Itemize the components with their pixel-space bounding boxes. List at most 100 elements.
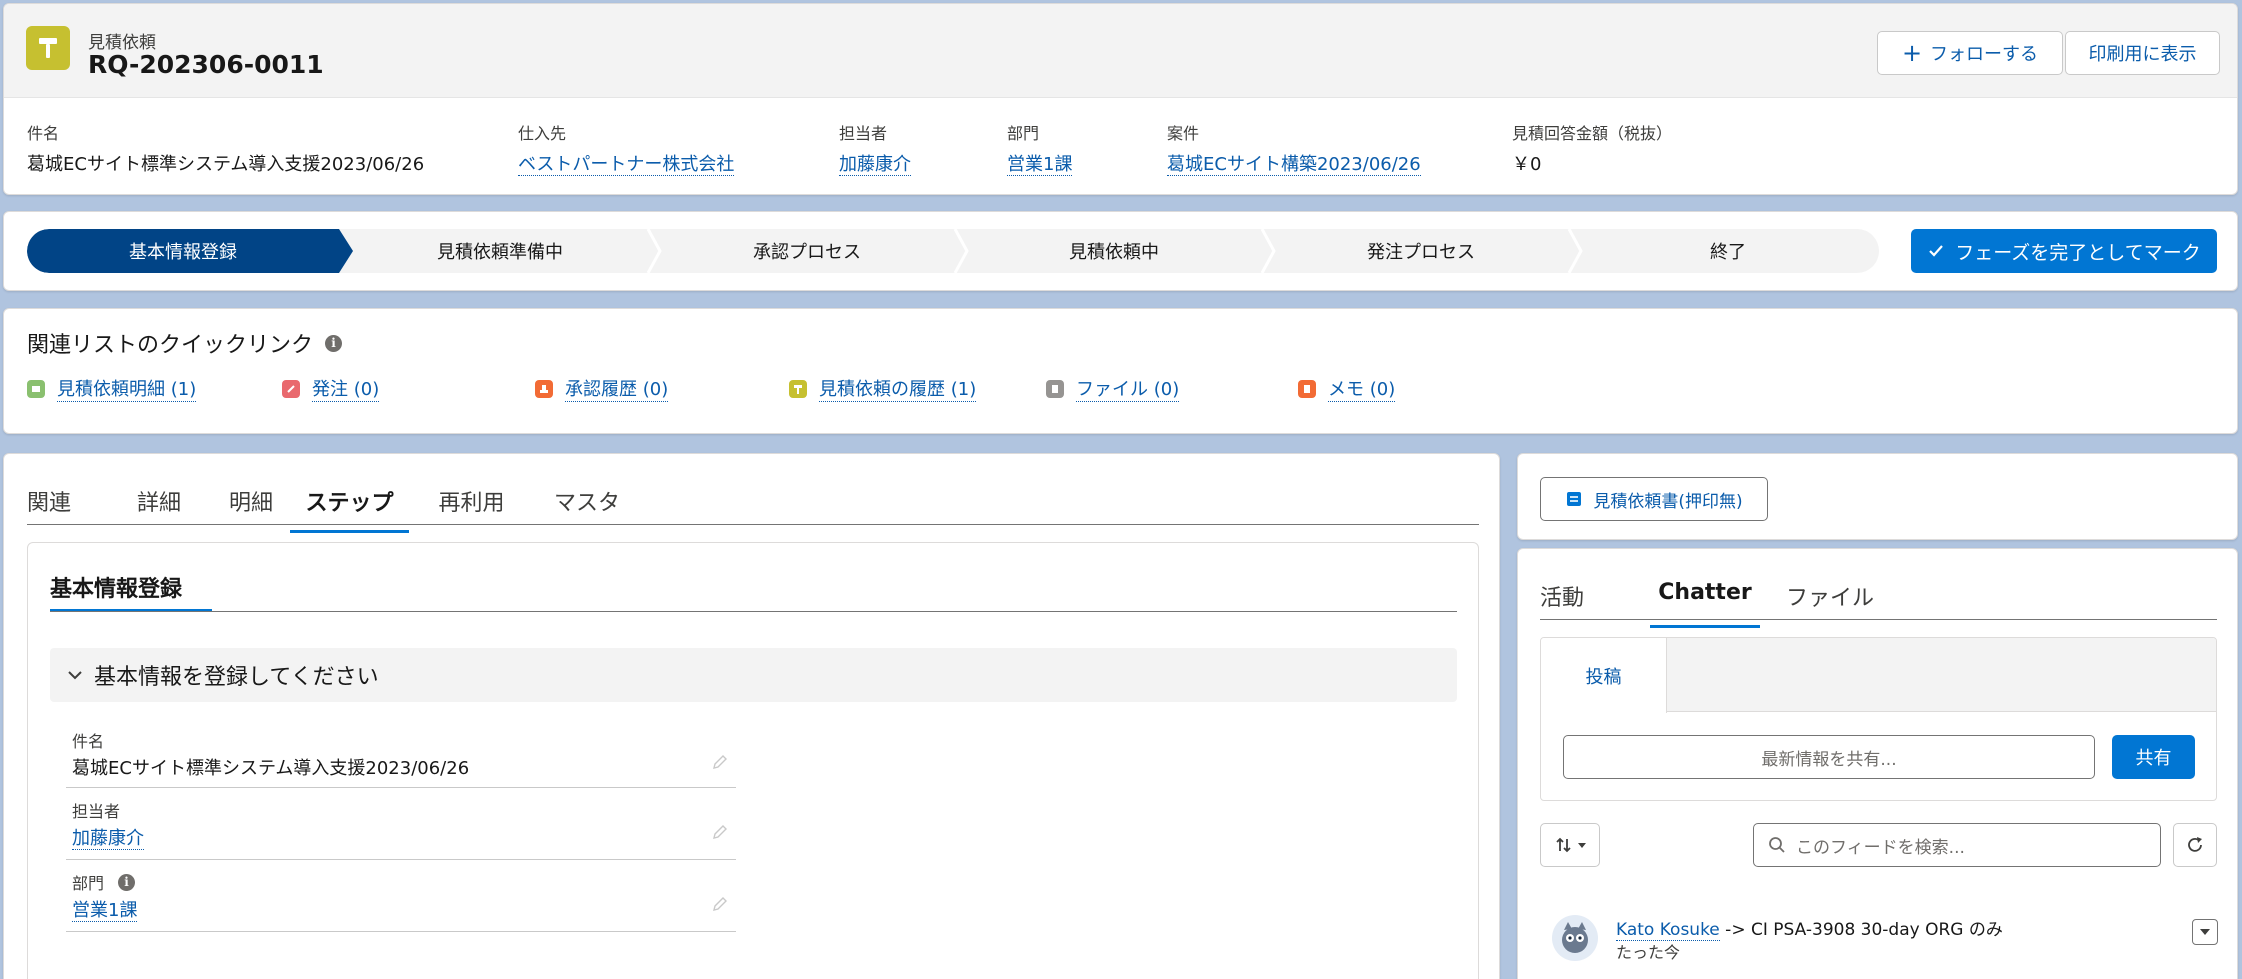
field-label: 見積回答金額（税抜） — [1512, 124, 1673, 143]
document-action-card: 見積依頼書(押印無) — [1517, 453, 2238, 540]
sort-icon — [1556, 837, 1571, 853]
info-icon[interactable]: i — [325, 334, 343, 352]
pencil-icon — [282, 379, 300, 398]
tab-line-items[interactable]: 明細 — [212, 485, 290, 517]
tab-chatter[interactable]: Chatter — [1650, 580, 1760, 628]
stamp-icon — [535, 379, 553, 398]
project-link[interactable]: 葛城ECサイト構築2023/06/26 — [1167, 154, 1421, 176]
field-label: 担当者 — [839, 124, 888, 143]
subtab-basic-info[interactable]: 基本情報登録 — [50, 571, 182, 603]
owner-link[interactable]: 加藤康介 — [72, 828, 144, 850]
publisher-tabs: 投稿 — [1541, 638, 2216, 713]
supplier-link[interactable]: ベストパートナー株式会社 — [518, 154, 735, 176]
path-stage-2[interactable]: 見積依頼準備中 — [353, 229, 647, 273]
owner-link[interactable]: 加藤康介 — [839, 154, 911, 176]
department-link[interactable]: 営業1課 — [1007, 154, 1073, 176]
share-button[interactable]: 共有 — [2112, 735, 2195, 779]
path-stage-4[interactable]: 見積依頼中 — [967, 229, 1261, 273]
list-icon — [27, 379, 45, 398]
quick-link-approval-history[interactable]: 承認履歴 (0) — [535, 375, 669, 402]
header-field-supplier: 仕入先 ベストパートナー株式会社 — [518, 120, 735, 176]
path-separator — [1567, 229, 1583, 273]
path-stage-1[interactable]: 基本情報登録 — [27, 229, 353, 273]
path-stage-3[interactable]: 承認プロセス — [660, 229, 954, 273]
feed-timestamp[interactable]: たった今 — [1616, 939, 1680, 963]
department-link[interactable]: 営業1課 — [72, 900, 138, 922]
section-title: 基本情報を登録してください — [94, 665, 379, 690]
field-label: 部門 — [1007, 124, 1040, 143]
field-subject: 件名 葛城ECサイト標準システム導入支援2023/06/26 — [66, 728, 736, 788]
tab-steps[interactable]: ステップ — [290, 485, 409, 533]
main-tabs: 関連 詳細 明細 ステップ 再利用 マスタ — [27, 485, 640, 533]
edit-pencil-icon[interactable] — [712, 824, 728, 840]
file-icon — [1046, 379, 1064, 398]
path-separator — [646, 229, 662, 273]
tab-post[interactable]: 投稿 — [1541, 638, 1667, 713]
print-view-button[interactable]: 印刷用に表示 — [2065, 31, 2220, 75]
header-fields: 件名 葛城ECサイト標準システム導入支援2023/06/26 仕入先 ベストパー… — [4, 120, 2237, 180]
edit-pencil-icon[interactable] — [712, 754, 728, 770]
quick-link-label[interactable]: 見積依頼明細 (1) — [57, 375, 197, 402]
header-field-subject: 件名 葛城ECサイト標準システム導入支援2023/06/26 — [27, 120, 424, 176]
quick-links-title: 関連リストのクイックリンク i — [27, 327, 343, 359]
chatter-publisher: 投稿 最新情報を共有... 共有 — [1540, 637, 2217, 801]
quick-link-label[interactable]: 承認履歴 (0) — [565, 375, 669, 402]
edit-pencil-icon[interactable] — [712, 896, 728, 912]
tab-reuse[interactable]: 再利用 — [409, 485, 534, 517]
quick-link-notes[interactable]: メモ (0) — [1298, 375, 1396, 402]
field-label: 件名 — [72, 732, 105, 751]
info-icon[interactable]: i — [118, 873, 136, 891]
quick-link-label[interactable]: 発注 (0) — [312, 375, 380, 402]
follow-button[interactable]: + フォローする — [1877, 31, 2063, 75]
path-stage-6[interactable]: 終了 — [1581, 229, 1875, 273]
steps-panel: 基本情報登録 基本情報を登録してください 件名 葛城ECサイト標準システム導入支… — [27, 542, 1479, 979]
quote-request-doc-button[interactable]: 見積依頼書(押印無) — [1540, 477, 1768, 521]
tab-related[interactable]: 関連 — [27, 485, 106, 517]
feed-tabs: 活動 Chatter ファイル — [1540, 580, 1900, 628]
feed-item: Kato Kosuke -> CI PSA-3908 30-day ORG のみ… — [1540, 911, 2218, 971]
tab-master[interactable]: マスタ — [534, 485, 640, 517]
check-icon — [1929, 245, 1944, 257]
quick-link-orders[interactable]: 発注 (0) — [282, 375, 380, 402]
path-separator — [953, 229, 969, 273]
quick-link-label[interactable]: 見積依頼の履歴 (1) — [819, 375, 977, 402]
share-update-input[interactable]: 最新情報を共有... — [1563, 735, 2095, 779]
document-icon — [1567, 492, 1582, 506]
tab-files[interactable]: ファイル — [1760, 580, 1900, 612]
tab-details[interactable]: 詳細 — [106, 485, 212, 517]
main-detail-card: 関連 詳細 明細 ステップ 再利用 マスタ 基本情報登録 基本情報を登録してくだ… — [3, 453, 1500, 979]
chevron-down-icon — [2200, 929, 2210, 935]
field-department: 部門 i 営業1課 — [66, 870, 736, 932]
field-value: 葛城ECサイト標準システム導入支援2023/06/26 — [72, 758, 470, 779]
field-label: 部門 — [72, 874, 105, 893]
feed-search-input[interactable]: このフィードを検索... — [1753, 823, 2161, 867]
path-bar: 基本情報登録 見積依頼準備中 承認プロセス 見積依頼中 発注プロセス 終了 フェ… — [3, 211, 2238, 291]
feed-item-menu-button[interactable] — [2192, 919, 2218, 945]
record-name: RQ-202306-0011 — [88, 50, 324, 79]
search-icon — [1769, 837, 1785, 853]
quick-link-label[interactable]: ファイル (0) — [1076, 375, 1180, 402]
feed-author-link[interactable]: Kato Kosuke — [1616, 920, 1720, 941]
quick-link-request-history[interactable]: 見積依頼の履歴 (1) — [789, 375, 977, 402]
refresh-icon — [2188, 837, 2202, 852]
field-label: 仕入先 — [518, 124, 567, 143]
tab-activity[interactable]: 活動 — [1540, 580, 1650, 612]
quick-link-label[interactable]: メモ (0) — [1328, 375, 1396, 402]
refresh-feed-button[interactable] — [2173, 823, 2217, 867]
record-type-icon — [26, 26, 70, 70]
quick-link-request-items[interactable]: 見積依頼明細 (1) — [27, 375, 197, 402]
chevron-down-icon — [68, 671, 82, 680]
field-label: 担当者 — [72, 802, 121, 821]
follow-label: フォローする — [1930, 44, 2039, 65]
path-stage-5[interactable]: 発注プロセス — [1274, 229, 1568, 273]
user-avatar-icon — [1562, 922, 1588, 953]
sort-feed-button[interactable] — [1540, 823, 1600, 867]
quick-link-files[interactable]: ファイル (0) — [1046, 375, 1180, 402]
avatar[interactable] — [1552, 915, 1598, 961]
feed-target: -> CI PSA-3908 30-day ORG のみ — [1719, 920, 2003, 940]
subtab-divider — [50, 611, 1457, 612]
section-header-toggle[interactable]: 基本情報を登録してください — [50, 648, 1457, 702]
header-field-owner: 担当者 加藤康介 — [839, 120, 911, 176]
related-quick-links: 関連リストのクイックリンク i 見積依頼明細 (1) 発注 (0) 承認履歴 (… — [3, 308, 2238, 434]
mark-stage-complete-button[interactable]: フェーズを完了としてマーク — [1911, 229, 2217, 273]
